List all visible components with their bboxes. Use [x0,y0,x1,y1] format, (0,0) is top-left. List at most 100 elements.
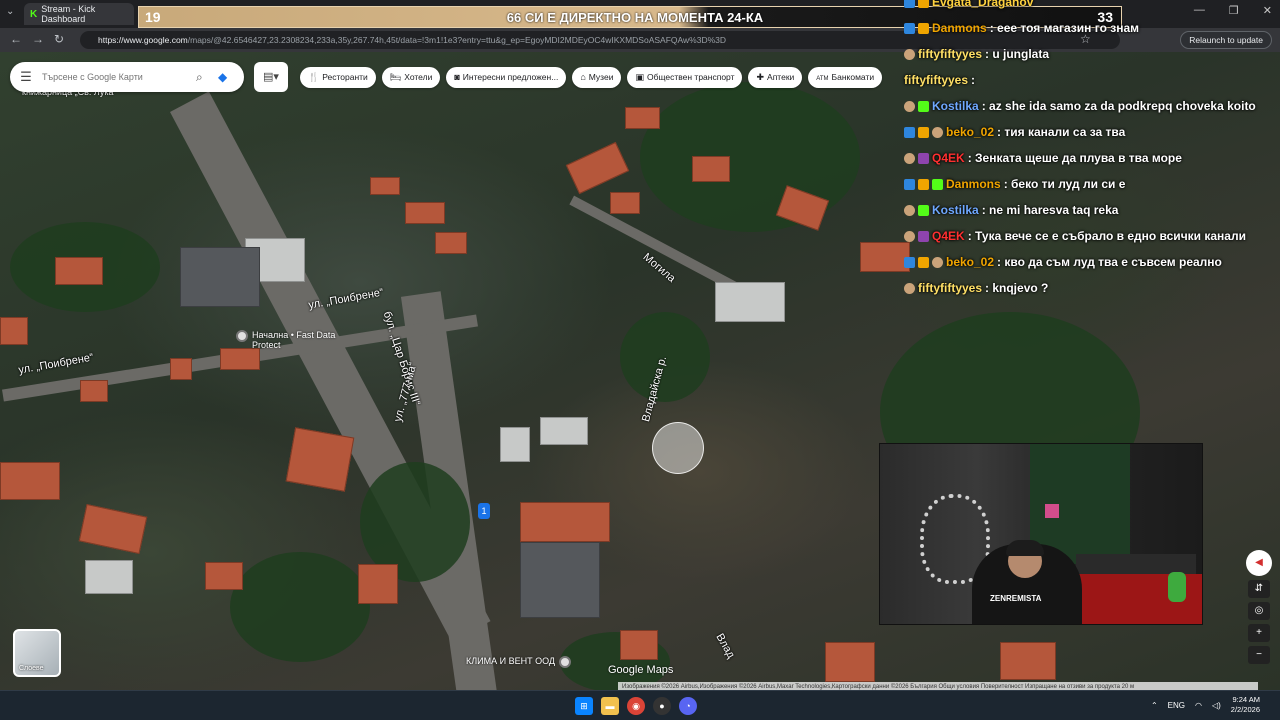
chat-username[interactable]: fiftyfiftyyes [918,281,982,295]
compass-icon[interactable]: ◀ [1246,550,1272,576]
building [715,282,785,322]
chat-username[interactable]: beko_02 [946,255,994,269]
chat-username[interactable]: Evgata_Dragahov [932,0,1033,9]
transit-toggle-button[interactable]: ▤▾ [254,62,288,92]
system-tray: ⌃ ENG ◠ ◁) 9:24 AM 2/2/2026 [1151,695,1260,715]
chip-atm[interactable]: ATM Банкомати [808,67,883,88]
chat-message: Kostilka: ne mi haresva taq reka [904,200,1118,220]
building [180,247,260,307]
building [565,141,630,195]
chip-museums[interactable]: ⌂ Музеи [572,67,622,88]
obs-icon[interactable]: ● [653,697,671,715]
language-indicator[interactable]: ENG [1168,701,1185,710]
atm-icon: ATM [816,76,829,82]
chat-username[interactable]: Danmons [932,21,987,35]
chat-badge-icon [904,282,915,294]
tab-title: Stream - Kick Dashboard [41,4,96,24]
chat-message: Q4EK: Зенката щеше да плува в тва море [904,148,1182,168]
chat-text: : кво да съм луд тва е съвсем реално [997,255,1222,269]
url-path: /maps/@42.6546427,23.2308234,233a,35y,26… [187,35,727,45]
chat-username[interactable]: Kostilka [932,99,979,113]
chip-pharmacies[interactable]: ✚ Аптеки [748,67,803,88]
kick-favicon-icon: K [30,8,38,20]
chat-text: : Тука вече се е събрало в едно всички к… [967,229,1246,243]
chip-label: Музеи [588,72,614,82]
chip-attractions[interactable]: ◙ Интересни предложен... [446,67,567,88]
volume-icon[interactable]: ◁) [1212,701,1221,710]
building [0,462,60,500]
tab-search-icon[interactable]: ⌄ [6,6,14,17]
file-explorer-icon[interactable]: ▬ [601,697,619,715]
building [435,232,467,254]
directions-icon[interactable]: ◆ [218,70,244,84]
chat-username[interactable]: Kostilka [932,203,979,217]
tilt-icon[interactable]: ⇵ [1248,580,1270,598]
chat-badge-icon [904,0,915,8]
my-location-icon[interactable]: ◎ [1248,602,1270,620]
maps-search-box: ☰ ⌕ ◆ [10,62,244,92]
tray-chevron-icon[interactable]: ⌃ [1151,701,1158,710]
chat-username[interactable]: fiftyfiftyyes [904,73,968,87]
shirt-text: ZENREMISTA [990,594,1042,603]
chat-text: : беко ти луд ли си е [1003,177,1126,191]
chat-message: fiftyfiftyyes: u junglata [904,44,1049,64]
map-controls: ◀ ⇵ ◎ + − [1246,550,1272,664]
clock[interactable]: 9:24 AM 2/2/2026 [1231,695,1260,715]
chip-hotels[interactable]: 🛏 Хотели [381,67,441,88]
poi-school[interactable]: Начална • Fast Data Protect [236,330,346,350]
chat-badge-icon [918,0,929,8]
clock-date: 2/2/2026 [1230,705,1260,714]
chat-badge-icon [932,178,943,190]
museum-icon: ⌂ [580,72,586,82]
chat-username[interactable]: fiftyfiftyyes [918,47,982,61]
browser-tab[interactable]: K Stream - Kick Dashboard [24,3,134,25]
chat-username[interactable]: beko_02 [946,125,994,139]
chat-message: Kostilka: az she ida samo za da podkrepq… [904,96,1256,116]
building [500,427,530,462]
tree-cluster [230,552,370,662]
chat-message: Evgata_Dragahov [904,0,1036,12]
cam-bottle [1168,572,1186,602]
building [358,564,398,604]
chat-text: : еее тоя магазин го знам [989,21,1140,35]
camera-icon: ◙ [454,72,460,82]
chat-badge-icon [918,152,929,164]
chat-badge-icon [904,152,915,164]
search-input[interactable] [42,72,196,82]
reload-icon[interactable]: ↻ [54,32,64,46]
chat-message: fiftyfiftyyes: [904,70,975,90]
webcam-feed: ZENREMISTA [879,443,1203,625]
zoom-in-icon[interactable]: + [1248,624,1270,642]
discord-icon[interactable]: ◔ [679,697,697,715]
chat-username[interactable]: Danmons [946,177,1001,191]
building [170,358,192,380]
chip-transit[interactable]: ▣ Обществен транспорт [627,67,743,88]
zoom-out-icon[interactable]: − [1248,646,1270,664]
back-icon[interactable]: ← [10,32,22,46]
building [405,202,445,224]
building [540,417,588,445]
building [55,257,103,285]
windows-start-icon[interactable]: ⊞ [575,697,593,715]
hamburger-menu-icon[interactable]: ☰ [10,69,42,85]
chat-username[interactable]: Q4EK [932,151,965,165]
building [78,503,148,555]
chat-badge-icon [904,100,915,112]
search-icon[interactable]: ⌕ [196,70,218,85]
poi-klima[interactable]: КЛИМА И ВЕНТ ООД [466,656,571,668]
chat-badge-icon [918,204,929,216]
building [370,177,400,195]
building [205,562,243,590]
chat-text: : ne mi haresva taq reka [981,203,1119,217]
layers-button[interactable]: Слоеве [13,629,61,677]
forward-icon[interactable]: → [32,32,44,46]
pharmacy-icon: ✚ [756,72,765,82]
chat-username[interactable]: Q4EK [932,229,965,243]
chip-restaurants[interactable]: 🍴 Ресторанти [300,67,376,88]
building [520,542,600,618]
chat-text: : тия канали са за тва [997,125,1126,139]
transit-icon: ▤▾ [263,71,279,83]
wifi-icon[interactable]: ◠ [1195,701,1202,710]
overlay-left-number: 19 [145,9,161,25]
chrome-icon[interactable]: ◉ [627,697,645,715]
